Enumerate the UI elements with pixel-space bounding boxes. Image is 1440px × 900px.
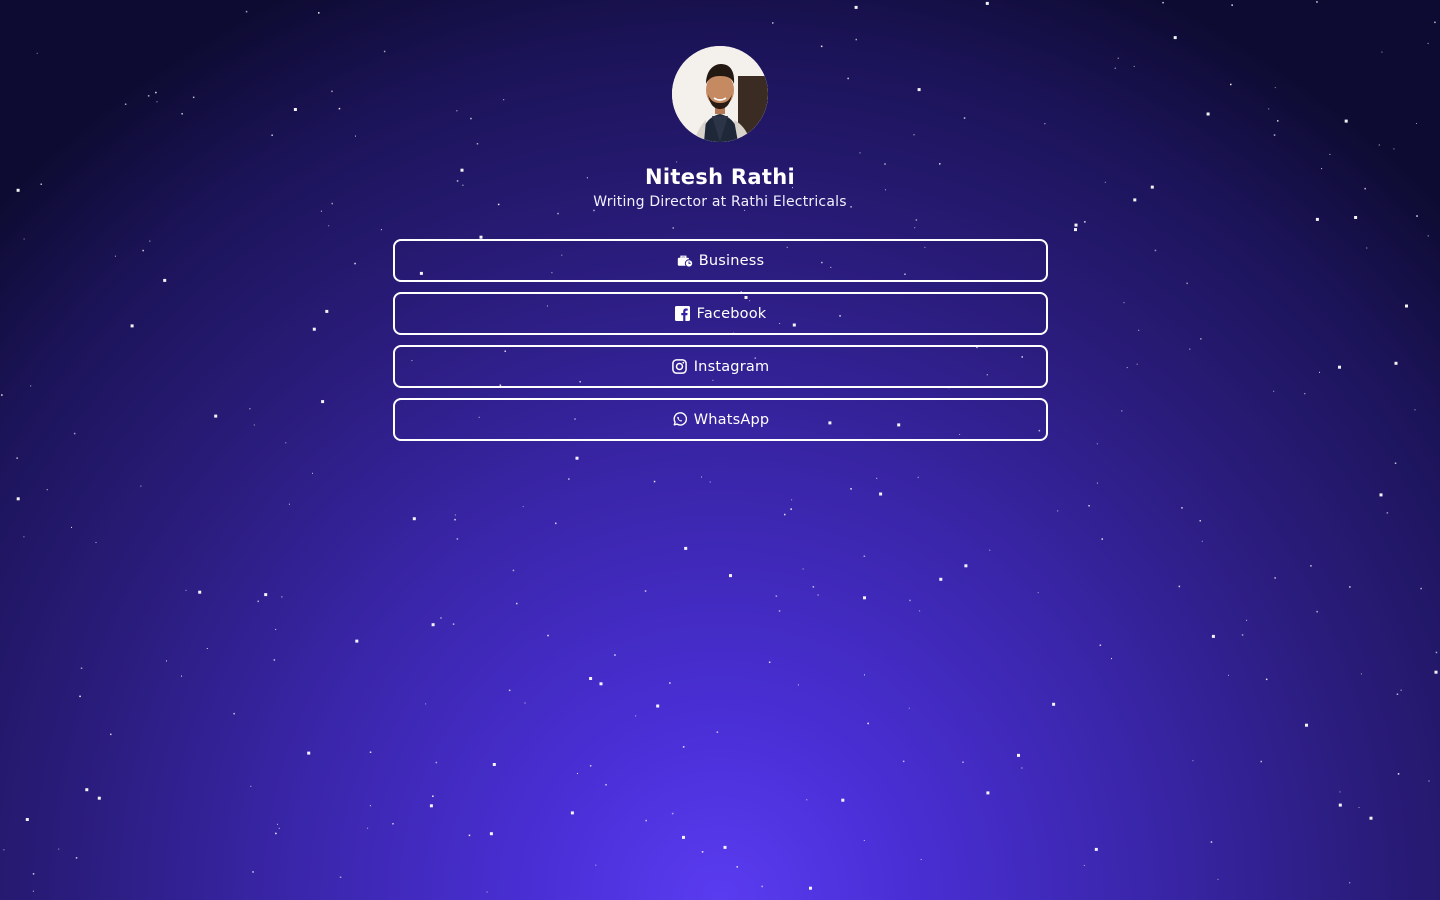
- business-link-label: Business: [698, 252, 765, 269]
- profile-name: Nitesh Rathi: [645, 165, 795, 189]
- business-time-icon: [677, 253, 693, 269]
- facebook-link-label: Facebook: [696, 305, 767, 322]
- whatsapp-icon: [672, 412, 688, 428]
- facebook-link-button[interactable]: Facebook: [393, 292, 1048, 335]
- facebook-square-icon: [675, 306, 691, 322]
- instagram-link-button[interactable]: Instagram: [393, 345, 1048, 388]
- instagram-link-label: Instagram: [693, 358, 770, 375]
- whatsapp-link-button[interactable]: WhatsApp: [393, 398, 1048, 441]
- instagram-icon: [672, 359, 688, 375]
- business-link-button[interactable]: Business: [393, 239, 1048, 282]
- profile-bio: Writing Director at Rathi Electricals: [593, 194, 847, 210]
- whatsapp-link-label: WhatsApp: [693, 411, 770, 428]
- avatar: [672, 46, 768, 142]
